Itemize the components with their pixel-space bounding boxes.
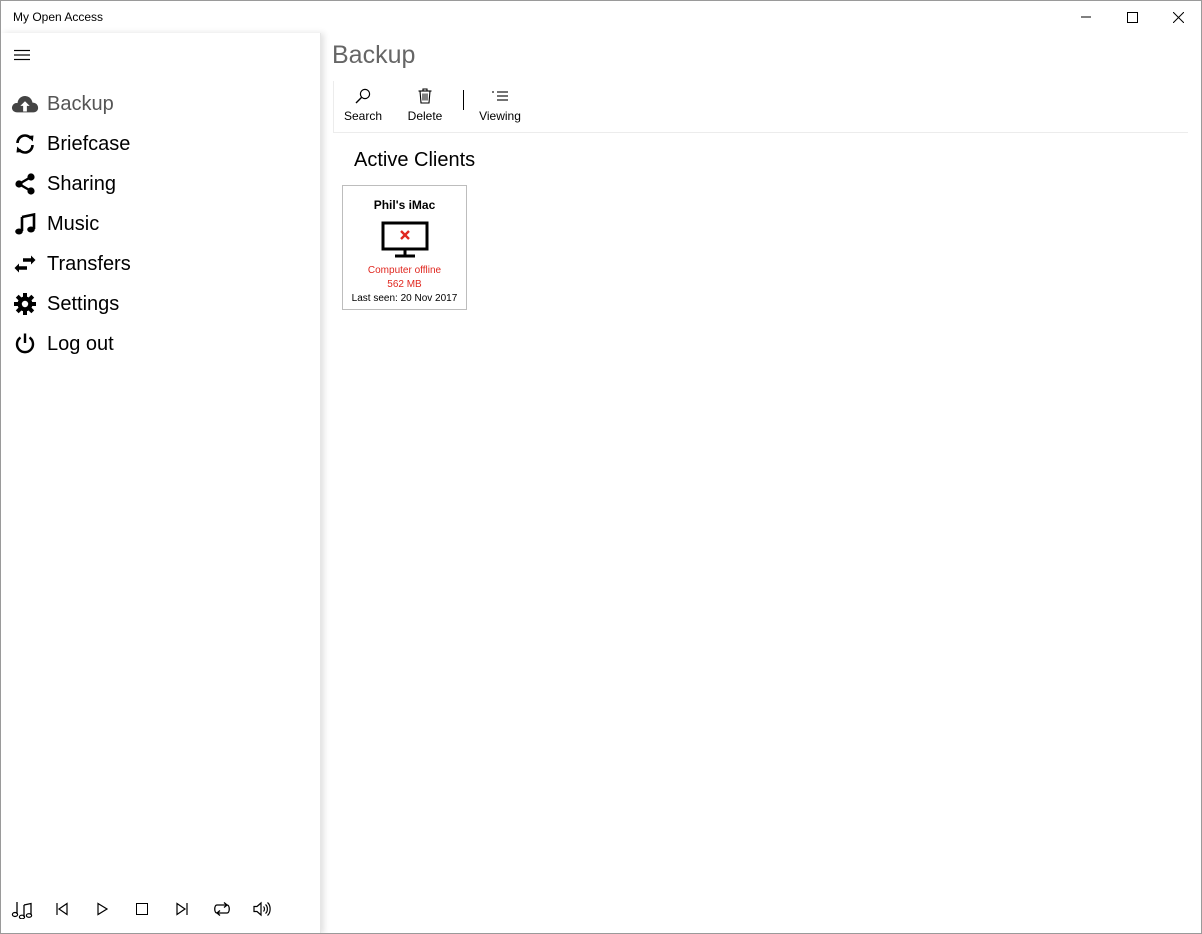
- search-button-label: Search: [343, 109, 383, 123]
- viewing-button[interactable]: Viewing: [477, 85, 523, 129]
- repeat-icon: [214, 902, 230, 916]
- client-tile[interactable]: Phil's iMac Computer offline 562 MB Last…: [342, 185, 467, 310]
- volume-button[interactable]: [247, 894, 277, 924]
- view-options-icon: [491, 85, 509, 107]
- client-last-seen: Last seen: 20 Nov 2017: [351, 293, 458, 304]
- client-status: Computer offline: [367, 265, 442, 276]
- repeat-button[interactable]: [207, 894, 237, 924]
- section-title: Active Clients: [354, 149, 476, 171]
- sidebar-item-transfers[interactable]: Transfers: [1, 244, 321, 284]
- gear-icon: [11, 290, 39, 318]
- main-content: Backup Search Delete Viewing Active Clie…: [321, 33, 1201, 933]
- delete-button[interactable]: Delete: [407, 85, 443, 129]
- client-size: 562 MB: [387, 279, 422, 290]
- sidebar-item-label: Settings: [47, 292, 120, 315]
- play-icon: [97, 902, 109, 916]
- sidebar-item-label: Transfers: [47, 252, 131, 275]
- page-title: Backup: [332, 41, 416, 69]
- sidebar-item-briefcase[interactable]: Briefcase: [1, 124, 321, 164]
- viewing-button-label: Viewing: [479, 109, 521, 123]
- toolbar-separator: [463, 90, 464, 110]
- music-note-icon: [11, 210, 39, 238]
- previous-track-button[interactable]: [47, 894, 77, 924]
- app-window: My Open Access Backup Briefcase Sharing …: [0, 0, 1202, 934]
- search-icon: [355, 85, 371, 107]
- sync-icon: [11, 130, 39, 158]
- stop-icon: [136, 903, 148, 915]
- close-button[interactable]: [1155, 1, 1201, 33]
- share-icon: [11, 170, 39, 198]
- minimize-button[interactable]: [1063, 1, 1109, 33]
- search-button[interactable]: Search: [343, 85, 383, 129]
- client-name: Phil's iMac: [373, 198, 436, 212]
- sidebar-item-settings[interactable]: Settings: [1, 284, 321, 324]
- sidebar-item-label: Backup: [47, 92, 114, 115]
- command-bar: Search Delete Viewing: [333, 81, 1188, 133]
- sidebar-item-logout[interactable]: Log out: [1, 324, 321, 364]
- window-title: My Open Access: [13, 10, 104, 24]
- music-library-icon: [11, 902, 33, 919]
- power-icon: [11, 330, 39, 358]
- trash-icon: [418, 85, 432, 107]
- sidebar-item-sharing[interactable]: Sharing: [1, 164, 321, 204]
- sidebar-item-label: Log out: [47, 332, 114, 355]
- hamburger-icon: [14, 49, 30, 61]
- sidebar-item-label: Music: [47, 212, 100, 235]
- minimize-icon: [1081, 16, 1091, 18]
- volume-icon: [253, 901, 271, 917]
- hamburger-menu-button[interactable]: [5, 39, 39, 71]
- play-button[interactable]: [87, 894, 117, 924]
- maximize-button[interactable]: [1109, 1, 1155, 33]
- computer-offline-icon: [380, 220, 430, 260]
- close-icon: [1172, 11, 1184, 23]
- sidebar: Backup Briefcase Sharing Music Transfers…: [1, 33, 321, 933]
- media-player-controls: [1, 894, 321, 924]
- transfer-arrows-icon: [11, 250, 39, 278]
- sidebar-item-backup[interactable]: Backup: [1, 84, 321, 124]
- sidebar-item-music[interactable]: Music: [1, 204, 321, 244]
- maximize-icon: [1126, 11, 1138, 23]
- previous-track-icon: [56, 902, 68, 916]
- cloud-upload-icon: [11, 90, 39, 118]
- next-track-button[interactable]: [167, 894, 197, 924]
- sidebar-item-label: Sharing: [47, 172, 116, 195]
- delete-button-label: Delete: [407, 109, 443, 123]
- title-bar: My Open Access: [1, 1, 1201, 33]
- stop-button[interactable]: [127, 894, 157, 924]
- music-library-button[interactable]: [7, 894, 37, 924]
- next-track-icon: [176, 902, 188, 916]
- sidebar-item-label: Briefcase: [47, 132, 131, 155]
